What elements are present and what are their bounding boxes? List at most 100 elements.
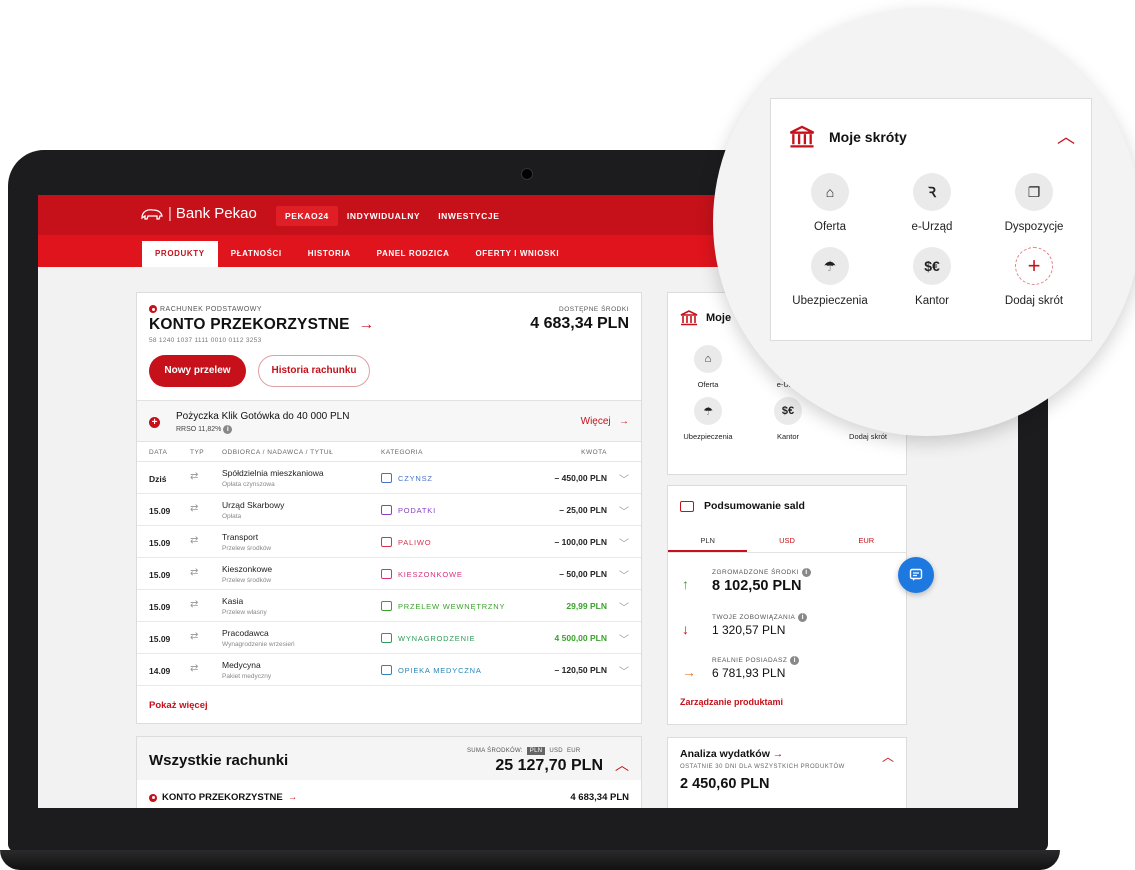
tab-eur[interactable]: EUR: [827, 531, 906, 552]
row-amount: 4 500,00 PLN: [554, 633, 607, 643]
account-row-amount: 4 683,34 PLN: [570, 792, 629, 803]
umbrella-icon: ☂: [694, 397, 722, 425]
transactions-header: DATA TYP ODBIORCA / NADAWCA / TYTUŁ KATE…: [137, 444, 641, 462]
manage-products-link[interactable]: Zarządzanie produktami: [680, 697, 783, 707]
loan-rrso-text: RRSO 11,82%: [176, 426, 222, 433]
currency-pln[interactable]: PLN: [526, 747, 546, 755]
transfer-type-icon: ⇄: [190, 471, 199, 482]
chevron-down-icon[interactable]: ﹀: [619, 567, 629, 582]
shortcuts-grid: ⌂ Oferta Ꝛe-Urząd ❐ Dyspozycje ☂ Ubezpiecze…: [779, 173, 1085, 307]
shortcut-ubezpieczenia[interactable]: ☂ Ubezpieczenia: [779, 247, 881, 307]
transfer-type-icon: ⇄: [190, 535, 199, 546]
account-name-link[interactable]: KONTO PRZEKORZYSTNE →: [149, 316, 374, 334]
tab-produkty[interactable]: PRODUKTY: [142, 241, 218, 267]
chevron-up-icon[interactable]: ︿: [615, 755, 629, 775]
row-category: KIESZONKOWE: [381, 569, 463, 579]
tab-oferty-i-wnioski[interactable]: OFERTY I WNIOSKI: [462, 241, 572, 267]
header-amount: KWOTA: [581, 449, 607, 456]
account-name: KONTO PRZEKORZYSTNE: [149, 316, 350, 333]
umbrella-icon: ☂: [811, 247, 849, 285]
shortcut-label: Dodaj skrót: [849, 432, 887, 441]
chevron-down-icon[interactable]: ﹀: [619, 663, 629, 678]
liabilities-label: TWOJE ZOBOWIĄZANIA i: [712, 613, 808, 622]
loan-offer-banner[interactable]: + Pożyczka Klik Gotówka do 40 000 PLN RR…: [137, 400, 641, 442]
arrow-up-icon: ↑: [682, 576, 689, 592]
header-type: TYP: [190, 449, 205, 456]
chevron-down-icon[interactable]: ﹀: [619, 631, 629, 646]
new-transfer-button[interactable]: Nowy przelew: [149, 355, 246, 387]
shortcut-oferta[interactable]: ⌂ Oferta: [668, 345, 748, 389]
row-party: Medycyna: [222, 660, 261, 670]
transfer-type-icon: ⇄: [190, 631, 199, 642]
shortcut-label: Ubezpieczenia: [683, 432, 733, 441]
info-icon[interactable]: i: [790, 656, 800, 665]
tab-usd[interactable]: USD: [747, 531, 826, 552]
transactions-list: Dziś ⇄ Spółdzielnia mieszkaniowa Opłata czy…: [137, 462, 641, 686]
shortcut-kantor[interactable]: $€ Kantor: [881, 247, 983, 307]
shortcut-e-urzad[interactable]: Ꝛe-Urząd: [881, 173, 983, 233]
shortcuts-title-text: Moje skróty: [829, 129, 907, 145]
table-row[interactable]: 15.09 ⇄ Kasia Przelew własny PRZELEW WEWNĘTR…: [137, 590, 641, 622]
row-amount: – 120,50 PLN: [554, 665, 607, 675]
shortcut-dyspozycje[interactable]: ❐ Dyspozycje: [983, 173, 1085, 233]
info-icon[interactable]: i: [798, 613, 808, 622]
top-nav-pekao24[interactable]: PEKAO24: [276, 206, 338, 226]
chevron-down-icon[interactable]: ﹀: [619, 535, 629, 550]
table-row[interactable]: 15.09 ⇄ Pracodawca Wynagrodzenie wrzesień WY…: [137, 622, 641, 654]
row-amount: 29,99 PLN: [566, 601, 607, 611]
row-party: Urząd Skarbowy: [222, 500, 285, 510]
shortcuts-title: Moje: [680, 310, 731, 326]
tab-platnosci[interactable]: PŁATNOŚCI: [218, 241, 295, 267]
row-title: Wynagrodzenie wrzesień: [222, 641, 295, 648]
real-label: REALNIE POSIADASZ i: [712, 656, 800, 665]
top-nav-inwestycje[interactable]: INWESTYCJE: [429, 206, 508, 226]
tab-pln[interactable]: PLN: [668, 531, 748, 552]
header-date: DATA: [149, 449, 168, 456]
chat-button[interactable]: [898, 557, 934, 593]
account-row[interactable]: KONTO PRZEKORZYSTNE → 4 683,34 PLN: [137, 780, 641, 808]
shortcut-oferta[interactable]: ⌂ Oferta: [779, 173, 881, 233]
shortcuts-small-title: Moje: [706, 312, 732, 324]
show-more-link[interactable]: Pokaż więcej: [149, 700, 208, 711]
loan-rrso: RRSO 11,82% i: [176, 425, 233, 434]
transfer-type-icon: ⇄: [190, 599, 199, 610]
shortcuts-zoom-title: Moje skróty: [789, 125, 907, 149]
row-party: Pracodawca: [222, 628, 269, 638]
top-nav-indywidualny[interactable]: INDYWIDUALNY: [338, 206, 429, 226]
tab-historia[interactable]: HISTORIA: [295, 241, 364, 267]
account-history-button[interactable]: Historia rachunku: [258, 355, 370, 387]
chevron-up-icon[interactable]: ︿: [1057, 123, 1075, 149]
balance-title: Podsumowanie sald: [680, 500, 805, 512]
table-row[interactable]: 15.09 ⇄ Transport Przelew środków PALIWO – 10…: [137, 526, 641, 558]
row-category-label: KIESZONKOWE: [398, 569, 463, 579]
currency-usd[interactable]: USD: [549, 748, 563, 754]
table-row[interactable]: Dziś ⇄ Spółdzielnia mieszkaniowa Opłata czy…: [137, 462, 641, 494]
loan-more-link[interactable]: Więcej →: [581, 416, 629, 427]
chevron-down-icon[interactable]: ﹀: [619, 503, 629, 518]
exchange-icon: $€: [913, 247, 951, 285]
table-row[interactable]: 15.09 ⇄ Urząd Skarbowy Opłata PODATKI – 25,00…: [137, 494, 641, 526]
chevron-down-icon[interactable]: ﹀: [619, 599, 629, 614]
expense-title-link[interactable]: Analiza wydatków →: [680, 748, 783, 760]
expense-amount: 2 450,60 PLN: [680, 776, 770, 792]
real-value: 6 781,93 PLN: [712, 666, 786, 680]
loan-more-label: Więcej: [580, 416, 611, 427]
all-accounts-card: Wszystkie rachunki SUMA ŚRODKÓW: PLN USD…: [136, 736, 642, 808]
bank-logo[interactable]: | Bank Pekao: [140, 205, 257, 222]
info-icon[interactable]: i: [223, 425, 233, 434]
table-row[interactable]: 14.09 ⇄ Medycyna Pakiet medyczny OPIEKA MEDY…: [137, 654, 641, 686]
info-icon[interactable]: i: [802, 568, 812, 577]
available-funds-label: DOSTĘPNE ŚRODKI: [559, 306, 629, 313]
tab-panel-rodzica[interactable]: PANEL RODZICA: [364, 241, 463, 267]
sum-amount: 25 127,70 PLN: [495, 757, 603, 774]
shortcut-dodaj[interactable]: + Dodaj skrót: [983, 247, 1085, 307]
table-row[interactable]: 15.09 ⇄ Kieszonkowe Przelew środków KIESZONK…: [137, 558, 641, 590]
currency-eur[interactable]: EUR: [567, 748, 581, 754]
row-title: Przelew środków: [222, 545, 272, 552]
chevron-down-icon[interactable]: ﹀: [619, 471, 629, 486]
expense-analysis-card: Analiza wydatków → OSTATNIE 30 DNI DLA W…: [667, 737, 907, 808]
shortcut-ubezpieczenia[interactable]: ☂ Ubezpieczenia: [668, 397, 748, 441]
bison-logo-icon: [141, 208, 163, 220]
chevron-up-icon[interactable]: ︿: [882, 748, 894, 765]
row-party: Kasia: [222, 596, 244, 606]
